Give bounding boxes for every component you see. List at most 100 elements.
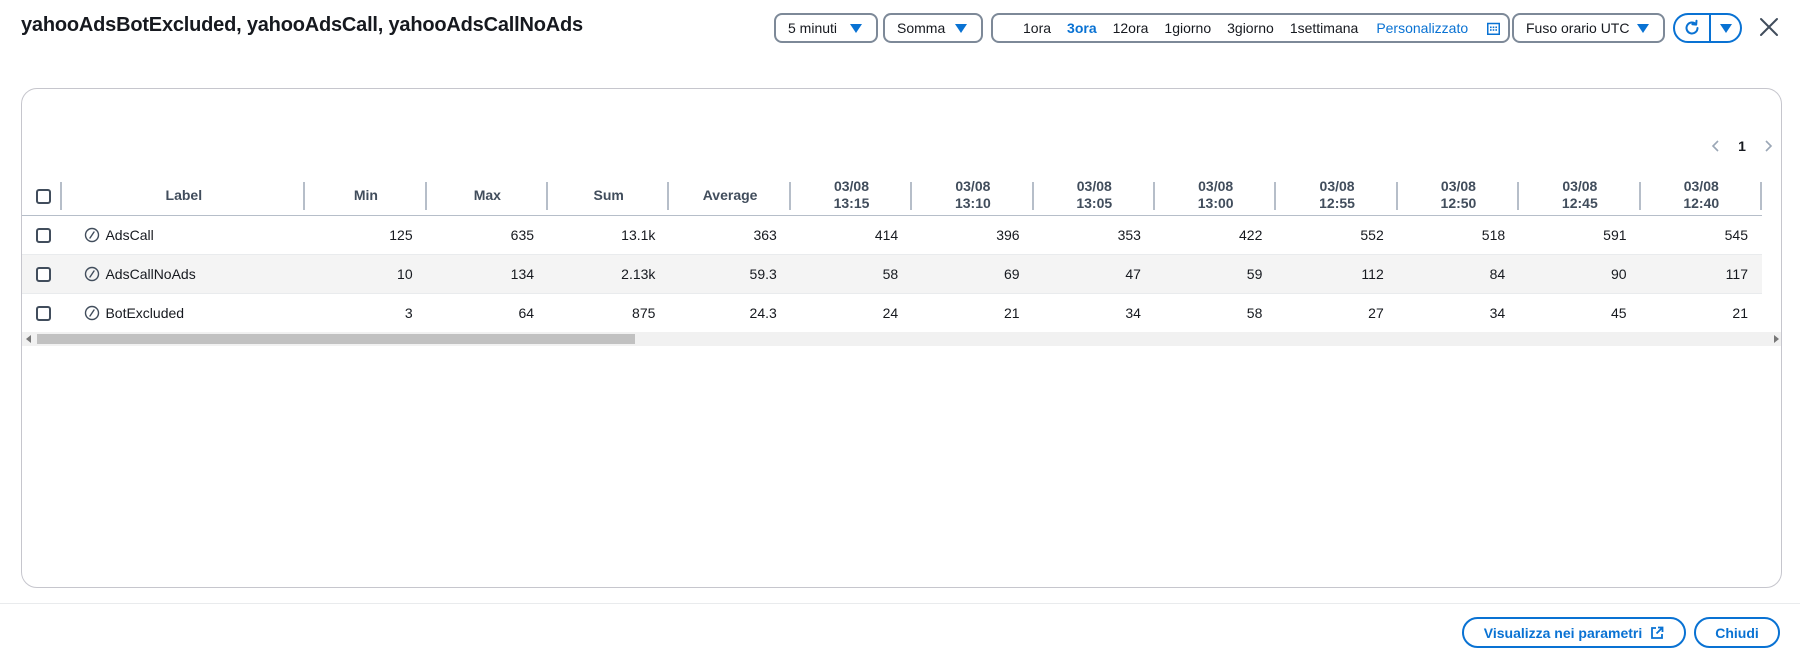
caret-down-icon xyxy=(1637,24,1649,33)
cell-value: 21 xyxy=(1732,304,1748,321)
cell-average: 363 xyxy=(669,215,791,255)
scroll-left-icon[interactable] xyxy=(26,335,31,343)
refresh-interval-dropdown[interactable] xyxy=(1711,15,1740,41)
metric-icon xyxy=(85,266,100,281)
refresh-button-group xyxy=(1673,13,1742,43)
cell-value: 47 xyxy=(1033,254,1155,294)
caret-down-icon xyxy=(955,24,967,33)
cell-value: 591 xyxy=(1519,215,1641,255)
close-button[interactable]: Chiudi xyxy=(1694,617,1780,648)
horizontal-scrollbar[interactable] xyxy=(22,332,1781,346)
cell-min: 125 xyxy=(305,215,427,255)
table-row: AdsCallNoAds 10 134 2.13k 59.3 58 69 47 … xyxy=(22,254,1762,294)
row-checkbox[interactable] xyxy=(36,266,51,282)
range-1d[interactable]: 1giorno xyxy=(1164,20,1211,36)
pagination: 1 xyxy=(1707,136,1777,156)
close-label: Chiudi xyxy=(1715,624,1759,641)
metric-icon xyxy=(85,305,100,320)
row-label: AdsCallNoAds xyxy=(105,265,196,282)
cell-value: 552 xyxy=(1276,215,1398,255)
cell-value: 34 xyxy=(1489,304,1506,321)
cell-value: 27 xyxy=(1368,304,1384,321)
table-row: BotExcluded 3 64 875 24.3 24 21 34 58 27… xyxy=(22,293,1762,332)
statistic-value: Somma xyxy=(897,20,946,36)
refresh-icon xyxy=(1685,19,1699,35)
period-value: 5 minuti xyxy=(788,20,838,36)
statistic-dropdown[interactable]: Somma xyxy=(883,13,983,43)
cell-value: 24 xyxy=(882,304,899,321)
column-header-min[interactable]: Min xyxy=(305,176,427,216)
table-row: AdsCall 125 635 13.1k 363 414 396 353 42… xyxy=(22,215,1762,255)
column-header-time[interactable]: 03/08 12:45 xyxy=(1519,176,1641,216)
column-header-time[interactable]: 03/08 13:00 xyxy=(1154,176,1277,216)
cell-max: 64 xyxy=(518,304,535,321)
cell-max: 134 xyxy=(426,254,549,294)
refresh-button[interactable] xyxy=(1675,15,1709,41)
next-page-icon[interactable] xyxy=(1759,137,1777,155)
metric-icon xyxy=(85,227,100,242)
range-3h[interactable]: 3ora xyxy=(1067,20,1097,36)
external-link-icon xyxy=(1651,626,1664,639)
column-header-time[interactable]: 03/08 12:55 xyxy=(1276,176,1398,216)
cell-sum: 875 xyxy=(632,304,656,321)
cell-value: 21 xyxy=(1004,304,1020,321)
cell-value: 84 xyxy=(1397,254,1520,294)
column-header-average[interactable]: Average xyxy=(669,176,791,216)
close-icon[interactable] xyxy=(1758,16,1780,38)
cell-value: 90 xyxy=(1519,254,1641,294)
column-header-max[interactable]: Max xyxy=(426,176,549,216)
select-all-cell xyxy=(22,176,63,216)
view-in-metrics-button[interactable]: Visualizza nei parametri xyxy=(1462,617,1686,648)
data-table-panel: 1 Label Min Max Sum Average 03/0813:15 xyxy=(21,88,1782,588)
range-3d[interactable]: 3giorno xyxy=(1227,20,1274,36)
row-checkbox[interactable] xyxy=(36,306,51,322)
column-header-time[interactable]: 03/08 13:05 xyxy=(1033,176,1155,216)
cell-value: 117 xyxy=(1640,254,1762,294)
row-checkbox[interactable] xyxy=(36,227,51,243)
scroll-right-icon[interactable] xyxy=(1774,335,1779,343)
range-12h[interactable]: 12ora xyxy=(1113,20,1149,36)
calendar-icon[interactable] xyxy=(1487,22,1500,35)
cell-max: 635 xyxy=(426,215,549,255)
select-all-checkbox[interactable] xyxy=(36,188,51,204)
range-custom[interactable]: Personalizzato xyxy=(1376,20,1468,36)
column-header-label[interactable]: Label xyxy=(62,176,306,216)
cell-value: 45 xyxy=(1610,304,1627,321)
cell-sum: 2.13k xyxy=(548,254,670,294)
scrollbar-thumb[interactable] xyxy=(37,334,635,344)
range-1h[interactable]: 1ora xyxy=(1023,20,1051,36)
timezone-dropdown[interactable]: Fuso orario UTC xyxy=(1512,13,1665,43)
cell-min: 10 xyxy=(305,254,427,294)
cell-value: 518 xyxy=(1397,215,1520,255)
previous-page-icon[interactable] xyxy=(1707,137,1725,155)
cell-value: 414 xyxy=(790,215,913,255)
caret-down-icon xyxy=(1719,23,1732,33)
caret-down-icon xyxy=(850,24,862,33)
range-1w[interactable]: 1settimana xyxy=(1290,20,1358,36)
cell-min: 3 xyxy=(404,304,413,321)
cell-value: 59 xyxy=(1154,254,1277,294)
row-label: BotExcluded xyxy=(105,304,185,321)
modal-header: yahooAdsBotExcluded, yahooAdsCall, yahoo… xyxy=(0,0,1800,56)
footer-divider xyxy=(0,603,1800,604)
column-header-time[interactable]: 03/08 12:40 xyxy=(1640,176,1762,216)
timezone-value: Fuso orario UTC xyxy=(1526,20,1630,36)
cell-average: 24.3 xyxy=(749,304,777,321)
column-header-time[interactable]: 03/08 13:15 xyxy=(790,176,913,216)
current-page[interactable]: 1 xyxy=(1725,138,1759,154)
view-in-metrics-label: Visualizza nei parametri xyxy=(1483,624,1643,641)
cell-value: 58 xyxy=(1246,304,1263,321)
column-header-time[interactable]: 03/08 12:50 xyxy=(1397,176,1520,216)
column-header-sum[interactable]: Sum xyxy=(548,176,670,216)
table-header-row: Label Min Max Sum Average 03/08 13:15 03/… xyxy=(22,176,1762,216)
metrics-table: Label Min Max Sum Average 03/08 13:15 03/… xyxy=(22,176,1762,332)
modal-title: yahooAdsBotExcluded, yahooAdsCall, yahoo… xyxy=(21,14,583,36)
cell-sum: 13.1k xyxy=(548,215,670,255)
period-dropdown[interactable]: 5 minuti xyxy=(774,13,878,43)
cell-value: 34 xyxy=(1125,304,1141,321)
cell-average: 59.3 xyxy=(669,254,791,294)
time-range-selector: 1ora 3ora 12ora 1giorno 3giorno 1settima… xyxy=(991,13,1510,43)
column-header-time[interactable]: 03/08 13:10 xyxy=(912,176,1034,216)
row-label: AdsCall xyxy=(105,226,154,243)
cell-value: 353 xyxy=(1033,215,1155,255)
